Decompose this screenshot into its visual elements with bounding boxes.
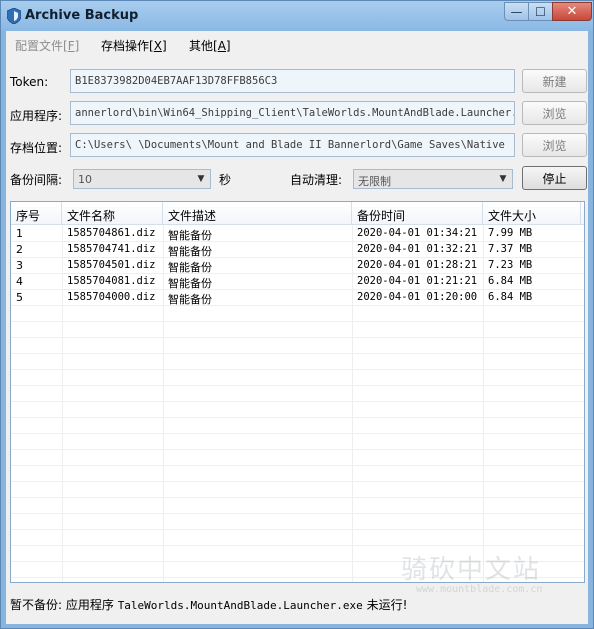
- cell-size: 6.84 MB: [488, 291, 533, 303]
- backup-list[interactable]: 序号 文件名称 文件描述 备份时间 文件大小 1 1585704861.diz 智能…: [10, 201, 585, 583]
- cell-name: 1585704081.diz: [67, 275, 156, 287]
- grid-line: [11, 401, 584, 402]
- token-label: Token:: [10, 75, 49, 89]
- cell-desc: 智能备份: [168, 245, 212, 258]
- cell-size: 7.99 MB: [488, 227, 533, 239]
- minimize-button[interactable]: —: [504, 2, 529, 21]
- col-no[interactable]: 序号: [11, 202, 62, 225]
- menu-config[interactable]: 配置文件[F]: [15, 37, 79, 54]
- grid-line: [11, 321, 584, 322]
- grid-line: [11, 353, 584, 354]
- cell-no: 5: [16, 291, 23, 304]
- cell-name: 1585704741.diz: [67, 243, 156, 255]
- grid-line: [11, 369, 584, 370]
- cleanup-label: 自动清理:: [290, 173, 343, 187]
- grid-line: [11, 417, 584, 418]
- interval-select[interactable]: 10 ▼: [73, 169, 211, 189]
- stop-button[interactable]: 停止: [522, 166, 587, 190]
- client-area: 配置文件[F] 存档操作[X] 其他[A] Token: B1E8373982D…: [6, 31, 588, 624]
- interval-unit: 秒: [219, 173, 232, 187]
- grid-line: [11, 337, 584, 338]
- new-button[interactable]: 新建: [522, 69, 587, 93]
- cell-time: 2020-04-01 01:28:21: [357, 259, 478, 271]
- cell-desc: 智能备份: [168, 229, 212, 242]
- save-path-field[interactable]: C:\Users\ \Documents\Mount and Blade II …: [70, 133, 515, 157]
- cleanup-value: 无限制: [358, 175, 391, 188]
- title-bar[interactable]: Archive Backup — ☐ ✕: [1, 1, 593, 31]
- status-suffix: 未运行!: [366, 598, 408, 612]
- table-row[interactable]: 4 1585704081.diz 智能备份 2020-04-01 01:21:21 6.…: [11, 274, 584, 290]
- table-row[interactable]: 5 1585704000.diz 智能备份 2020-04-01 01:20:00 6.…: [11, 290, 584, 306]
- menu-archive-ops[interactable]: 存档操作[X]: [101, 37, 167, 54]
- table-row[interactable]: 2 1585704741.diz 智能备份 2020-04-01 01:32:21 7.…: [11, 242, 584, 258]
- window-title: Archive Backup: [25, 8, 139, 23]
- cell-no: 2: [16, 243, 23, 256]
- grid-line: [11, 497, 584, 498]
- grid-line: [11, 529, 584, 530]
- col-desc[interactable]: 文件描述: [163, 202, 352, 225]
- grid-line: [11, 385, 584, 386]
- cleanup-select[interactable]: 无限制 ▼: [353, 169, 513, 189]
- save-location-label: 存档位置:: [10, 141, 63, 155]
- maximize-button[interactable]: ☐: [528, 2, 553, 21]
- cell-name: 1585704861.diz: [67, 227, 156, 239]
- cell-desc: 智能备份: [168, 261, 212, 274]
- interval-value: 10: [78, 173, 92, 186]
- grid-line: [11, 433, 584, 434]
- grid-line: [11, 481, 584, 482]
- list-header: 序号 文件名称 文件描述 备份时间 文件大小: [11, 202, 584, 225]
- cell-desc: 智能备份: [168, 293, 212, 306]
- status-bar: 暂不备份: 应用程序 TaleWorlds.MountAndBlade.Laun…: [10, 596, 407, 613]
- cell-desc: 智能备份: [168, 277, 212, 290]
- table-row[interactable]: 3 1585704501.diz 智能备份 2020-04-01 01:28:21 7.…: [11, 258, 584, 274]
- cell-time: 2020-04-01 01:34:21: [357, 227, 478, 239]
- col-time[interactable]: 备份时间: [352, 202, 483, 225]
- cell-time: 2020-04-01 01:21:21: [357, 275, 478, 287]
- menu-bar: 配置文件[F] 存档操作[X] 其他[A]: [6, 31, 588, 59]
- browse-save-button[interactable]: 浏览: [522, 133, 587, 157]
- cell-size: 7.23 MB: [488, 259, 533, 271]
- close-button[interactable]: ✕: [552, 2, 592, 21]
- cell-no: 1: [16, 227, 23, 240]
- cell-time: 2020-04-01 01:32:21: [357, 243, 478, 255]
- app-label: 应用程序:: [10, 109, 63, 123]
- cell-time: 2020-04-01 01:20:00: [357, 291, 478, 303]
- menu-other[interactable]: 其他[A]: [189, 37, 231, 54]
- col-size[interactable]: 文件大小: [483, 202, 581, 225]
- grid-line: [11, 449, 584, 450]
- browse-app-button[interactable]: 浏览: [522, 101, 587, 125]
- watermark: 骑砍中文站: [401, 555, 542, 585]
- app-path-field[interactable]: annerlord\bin\Win64_Shipping_Client\Tale…: [70, 101, 515, 125]
- token-field[interactable]: B1E8373982D04EB7AAF13D78FFB856C3: [70, 69, 515, 93]
- grid-line: [11, 513, 584, 514]
- status-prefix: 暂不备份: 应用程序: [10, 598, 114, 612]
- interval-label: 备份间隔:: [10, 173, 63, 187]
- cell-name: 1585704000.diz: [67, 291, 156, 303]
- status-app: TaleWorlds.MountAndBlade.Launcher.exe: [117, 599, 363, 612]
- cell-size: 6.84 MB: [488, 275, 533, 287]
- grid-line: [11, 465, 584, 466]
- col-name[interactable]: 文件名称: [62, 202, 163, 225]
- cell-no: 4: [16, 275, 23, 288]
- chevron-down-icon: ▼: [499, 174, 507, 184]
- cell-name: 1585704501.diz: [67, 259, 156, 271]
- chevron-down-icon: ▼: [197, 174, 205, 184]
- cell-no: 3: [16, 259, 23, 272]
- app-window: Archive Backup — ☐ ✕ 配置文件[F] 存档操作[X] 其他[…: [0, 0, 594, 629]
- shield-icon: [7, 8, 21, 24]
- grid-line: [11, 545, 584, 546]
- table-row[interactable]: 1 1585704861.diz 智能备份 2020-04-01 01:34:21 7.…: [11, 226, 584, 242]
- watermark-url: www.mountblade.com.cn: [416, 584, 543, 595]
- cell-size: 7.37 MB: [488, 243, 533, 255]
